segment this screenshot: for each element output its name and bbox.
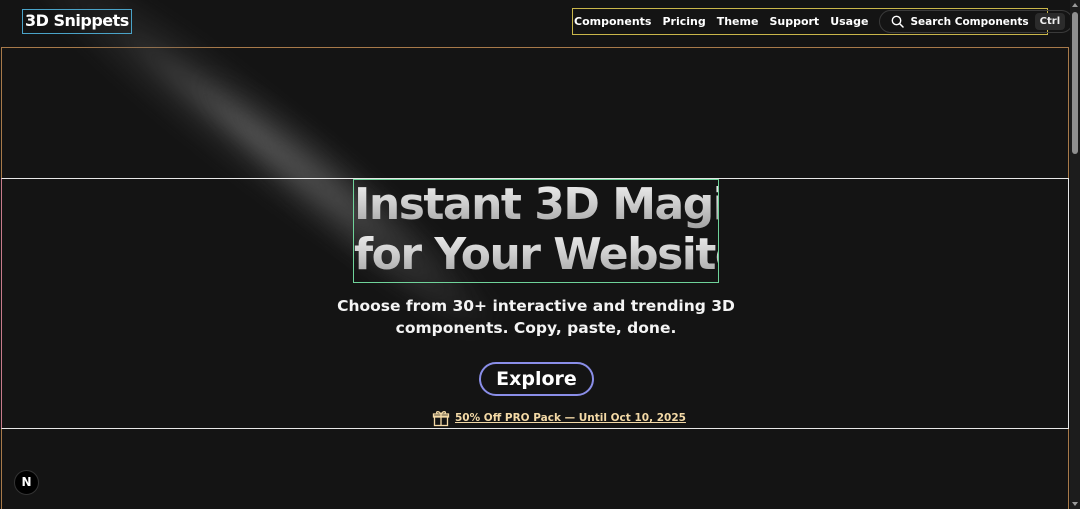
promo-link[interactable]: 50% Off PRO Pack — Until Oct 10, 2025 [455,412,686,424]
scrollbar-thumb[interactable] [1072,12,1078,154]
nav-usage[interactable]: Usage [830,15,868,28]
hero-subtitle: Choose from 30+ interactive and trending… [336,295,736,339]
nextjs-dev-badge[interactable]: N [14,470,39,495]
gift-icon [432,409,450,427]
nav-support[interactable]: Support [769,15,819,28]
hero-headline: Instant 3D Magic for Your Website [353,179,752,283]
shortcut-key-ctrl: Ctrl [1034,13,1066,30]
scroll-down-arrow-icon[interactable] [1072,502,1078,506]
subtitle-line-2: components. Copy, paste, done. [395,319,677,337]
scroll-up-arrow-icon[interactable] [1072,3,1078,7]
search-icon [891,15,905,28]
subtitle-line-1: Choose from 30+ interactive and trending… [337,297,735,315]
nav-theme[interactable]: Theme [717,15,759,28]
promo-banner: 50% Off PRO Pack — Until Oct 10, 2025 [432,408,686,428]
search-label: Search Components [910,15,1029,28]
page-scrollbar[interactable] [1070,0,1080,509]
explore-button[interactable]: Explore [479,362,594,396]
hero-content: Instant 3D Magic for Your Website Choose… [1,178,1069,429]
page: 3D Snippets Components Pricing Theme Sup… [0,0,1080,509]
headline-line-2: for Your Website [354,229,745,280]
site-logo[interactable]: 3D Snippets [22,9,132,34]
nav-components[interactable]: Components [574,15,651,28]
headline-line-1: Instant 3D Magic [354,179,752,230]
search-components-button[interactable]: Search Components Ctrl K [879,10,1080,33]
site-header: 3D Snippets Components Pricing Theme Sup… [0,0,1080,46]
nav-pricing[interactable]: Pricing [662,15,705,28]
main-nav: Components Pricing Theme Support Usage S… [572,8,1080,35]
